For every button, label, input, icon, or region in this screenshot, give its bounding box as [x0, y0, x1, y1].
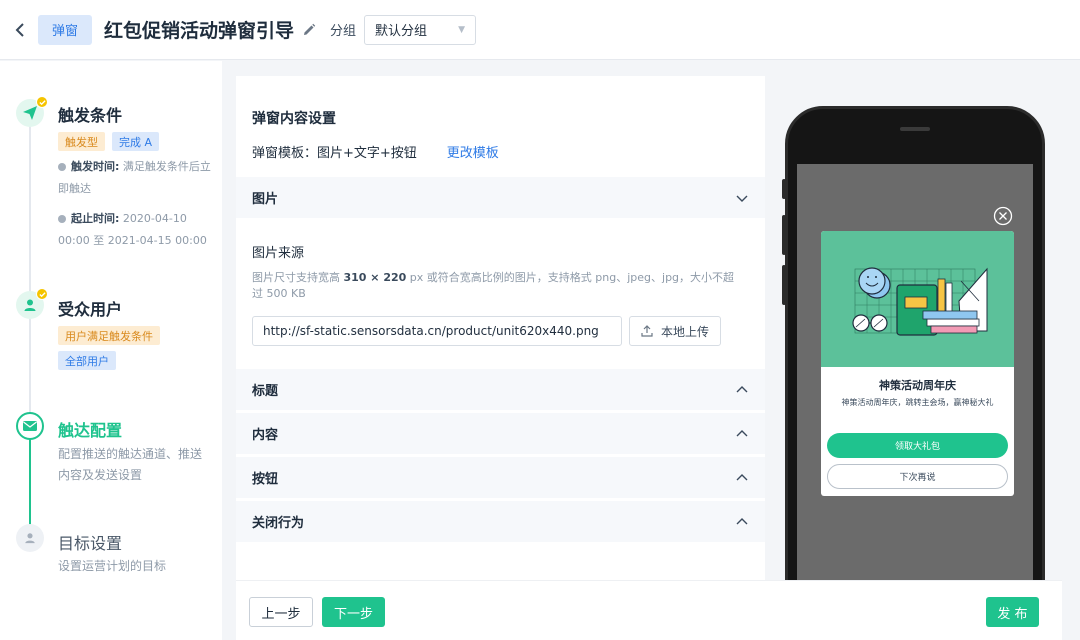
upload-icon: [641, 325, 653, 337]
phone-side-button: [782, 179, 786, 199]
accordion-label: 按钮: [252, 472, 279, 487]
step-connector: [29, 319, 31, 419]
popup-claim-button[interactable]: 领取大礼包: [827, 433, 1008, 458]
user-icon: [24, 299, 36, 311]
caret-down-icon: ▼: [458, 24, 466, 35]
next-step-button[interactable]: 下一步: [322, 597, 385, 627]
trigger-time: 触发时间: 满足触发条件后立即触达: [58, 160, 211, 195]
step-desc-delivery: 配置推送的触达通道、推送内容及发送设置: [58, 447, 203, 482]
tag-complete-event: 完成 A: [112, 132, 160, 151]
step-title-goal[interactable]: 目标设置: [58, 530, 122, 554]
user-icon: [25, 533, 35, 544]
chevron-up-icon: [736, 517, 748, 524]
step-icon-audience: [16, 288, 48, 319]
top-header: 弹窗 红包促销活动弹窗引导 分组 默认分组 ▼: [0, 0, 1080, 60]
clock-icon: [58, 215, 66, 223]
upload-label: 本地上传: [660, 324, 709, 339]
chevron-up-icon: [736, 429, 748, 436]
local-upload-button[interactable]: 本地上传: [629, 316, 721, 346]
back-button[interactable]: [2, 0, 38, 60]
step-title-audience[interactable]: 受众用户: [58, 296, 122, 320]
prev-step-button[interactable]: 上一步: [249, 597, 313, 627]
bottom-action-bar: 上一步 下一步 发 布: [236, 580, 1062, 640]
accordion-content[interactable]: 内容: [236, 413, 765, 454]
step-connector-active: [29, 439, 31, 529]
type-tag: 弹窗: [38, 14, 93, 45]
popup-later-button[interactable]: 下次再说: [827, 464, 1008, 489]
step-connector: [29, 123, 31, 303]
group-select[interactable]: 默认分组 ▼: [364, 14, 477, 45]
template-row: 弹窗模板：图片+文字+按钮 更改模板: [252, 142, 499, 161]
group-select-value: 默认分组: [375, 24, 428, 39]
start-end-time: 起止时间: 2020-04-10 00:00 至 2021-04-15 00:0…: [58, 212, 207, 247]
template-label: 弹窗模板：图片+文字+按钮: [252, 146, 417, 161]
section-title: 弹窗内容设置: [252, 111, 336, 127]
phone-frame: 神策活动周年庆 神策活动周年庆，跳转主会场，赢神秘大礼 领取大礼包 下次再说: [782, 106, 1045, 580]
chevron-left-icon: [15, 22, 24, 37]
close-circle-icon[interactable]: [993, 206, 1013, 226]
tag-trigger-type: 触发型: [58, 132, 105, 151]
group-label: 分组: [330, 24, 357, 39]
phone-screen: 神策活动周年庆 神策活动周年庆，跳转主会场，赢神秘大礼 领取大礼包 下次再说: [797, 164, 1033, 580]
popup-card: 神策活动周年庆 神策活动周年庆，跳转主会场，赢神秘大礼 领取大礼包 下次再说: [821, 231, 1014, 496]
accordion-label: 关闭行为: [252, 516, 305, 531]
accordion-title[interactable]: 标题: [236, 369, 765, 410]
change-template-link[interactable]: 更改模板: [447, 142, 499, 161]
popup-subtitle: 神策活动周年庆，跳转主会场，赢神秘大礼: [841, 398, 994, 407]
accordion-close-behavior[interactable]: 关闭行为: [236, 501, 765, 542]
phone-side-button: [782, 265, 786, 305]
paper-plane-icon: [23, 106, 37, 120]
image-source-title: 图片来源: [252, 246, 305, 261]
popup-title: 神策活动周年庆: [879, 379, 956, 392]
step-icon-trigger: [16, 96, 48, 127]
popup-illustration: [821, 231, 1014, 367]
step-icon-goal: [16, 524, 44, 552]
image-url-input[interactable]: http://sf-static.sensorsdata.cn/product/…: [252, 316, 622, 346]
publish-button[interactable]: 发 布: [986, 597, 1039, 627]
content-settings-panel: 弹窗内容设置 弹窗模板：图片+文字+按钮 更改模板 图片 图片来源 图片尺寸支持…: [236, 76, 765, 580]
accordion-label: 内容: [252, 428, 279, 443]
accordion-button[interactable]: 按钮: [236, 457, 765, 498]
page-title: 红包促销活动弹窗引导: [104, 20, 295, 42]
step-icon-delivery: [16, 412, 44, 440]
envelope-icon: [23, 421, 37, 431]
chevron-up-icon: [736, 385, 748, 392]
tag-all-users: 全部用户: [58, 351, 116, 370]
step-desc-goal: 设置运营计划的目标: [58, 559, 167, 573]
steps-sidebar: 触发条件 触发型 完成 A 触发时间: 满足触发条件后立即触达 起止时间: 20…: [0, 61, 222, 640]
step-title-delivery[interactable]: 触达配置: [58, 417, 122, 441]
image-source-hint: 图片尺寸支持宽高 310 × 220 px 或符合宽高比例的图片，支持格式 pn…: [252, 271, 735, 300]
chevron-down-icon: [736, 195, 748, 202]
accordion-label: 图片: [252, 192, 279, 207]
accordion-image[interactable]: 图片: [236, 177, 765, 218]
accordion-label: 标题: [252, 384, 279, 399]
check-icon: [36, 96, 48, 108]
books-illustration: [852, 267, 988, 336]
phone-preview: 神策活动周年庆 神策活动周年庆，跳转主会场，赢神秘大礼 领取大礼包 下次再说: [765, 76, 1062, 580]
step-title-trigger[interactable]: 触发条件: [58, 102, 122, 126]
tag-user-condition: 用户满足触发条件: [58, 326, 160, 345]
phone-speaker: [900, 127, 930, 131]
clock-icon: [58, 163, 66, 171]
chevron-up-icon: [736, 473, 748, 480]
pencil-icon[interactable]: [300, 21, 318, 39]
phone-side-button: [782, 215, 786, 255]
check-icon: [36, 288, 48, 300]
